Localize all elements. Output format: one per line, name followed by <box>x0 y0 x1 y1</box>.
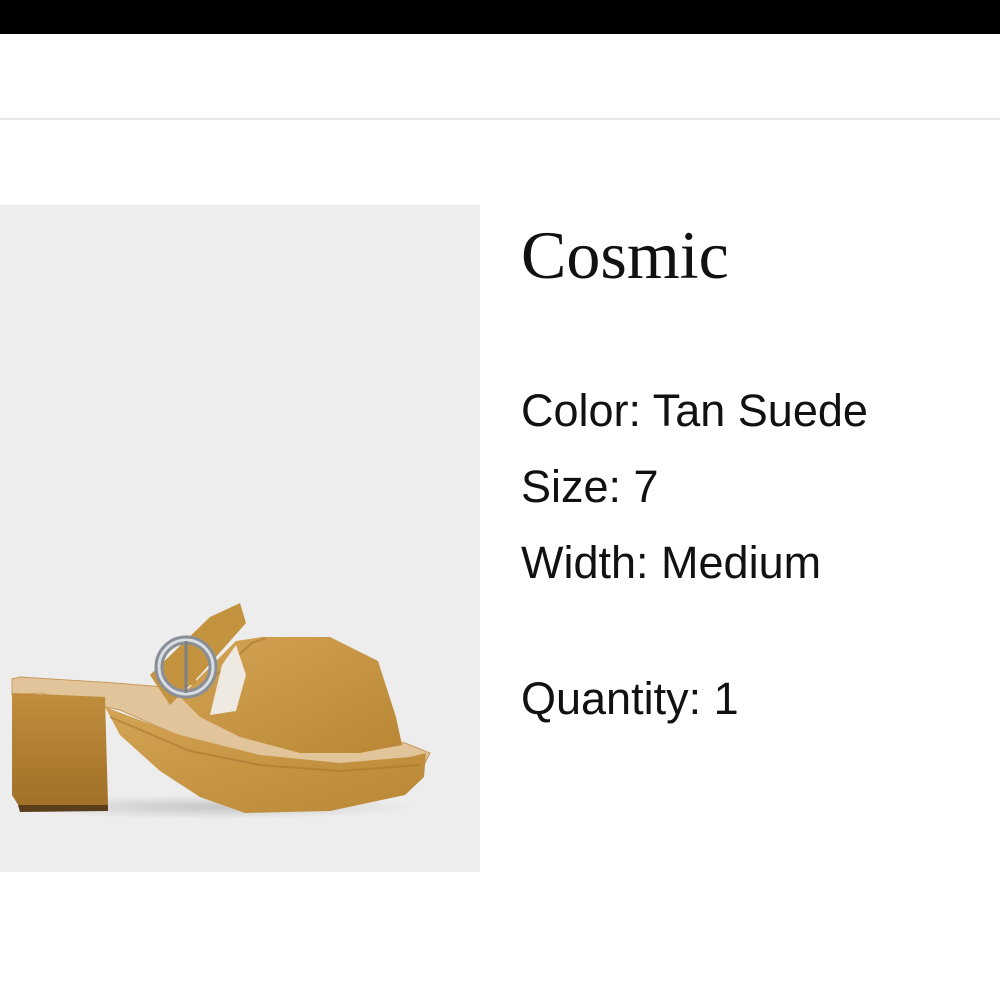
top-bar <box>0 0 1000 34</box>
header-divider <box>0 118 1000 120</box>
product-color: Color: Tan Suede <box>521 385 868 436</box>
cart-item-page: Cosmic Color: Tan Suede Size: 7 Width: M… <box>0 0 1000 1000</box>
product-quantity: Quantity: 1 <box>521 673 739 724</box>
product-name[interactable]: Cosmic <box>521 215 729 295</box>
header-area <box>0 34 1000 118</box>
shoe-illustration <box>11 603 431 819</box>
product-image[interactable] <box>0 205 480 872</box>
product-size: Size: 7 <box>521 461 659 512</box>
product-width: Width: Medium <box>521 537 822 588</box>
